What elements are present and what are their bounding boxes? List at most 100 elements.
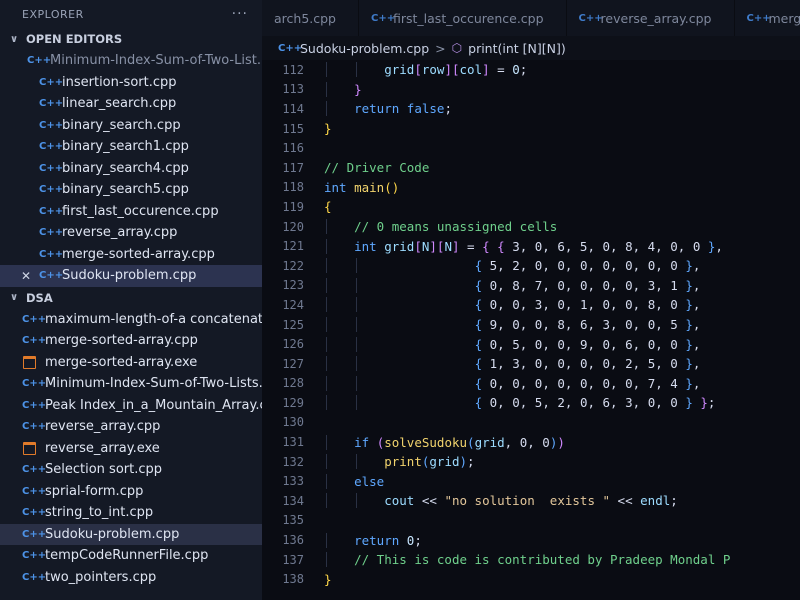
- indent-guide: [326, 258, 327, 274]
- cpp-file-icon: C++: [22, 528, 47, 540]
- code-token: {: [474, 297, 483, 313]
- code-text: { 0, 0, 0, 0, 0, 0, 0, 7, 4 },: [324, 375, 700, 391]
- file-name: linear_search.cpp: [62, 96, 177, 112]
- code-token: }: [685, 317, 693, 333]
- cpp-file-icon: C++: [22, 421, 47, 433]
- file-item[interactable]: C++ insertion-sort.cpp: [0, 72, 262, 94]
- file-item[interactable]: C++ binary_search4.cpp: [0, 158, 262, 180]
- code-token: }: [324, 121, 332, 137]
- code-token: int: [324, 179, 347, 195]
- breadcrumb-separator: >: [435, 40, 446, 56]
- code-token: endl: [640, 493, 671, 509]
- code-editor[interactable]: 112 grid[row][col] = 0; 113} 114 return fals…: [262, 60, 800, 600]
- file-item[interactable]: C++ first_last_occurence.cpp: [0, 201, 262, 223]
- code-token: ,: [692, 317, 701, 333]
- file-name: sprial-form.cpp: [45, 483, 144, 499]
- open-editors-label: OPEN EDITORS: [26, 32, 123, 46]
- file-item[interactable]: C++ reverse_array.cpp: [0, 416, 262, 438]
- file-item[interactable]: C++ tempCodeRunnerFile.cpp: [0, 545, 262, 567]
- code-text: }: [324, 81, 362, 97]
- file-item[interactable]: C++ string_to_int.cpp: [0, 502, 262, 524]
- line-number: 136: [282, 533, 304, 548]
- code-token: false: [406, 101, 445, 117]
- explorer-header: EXPLORER ···: [0, 0, 262, 28]
- code-token: row: [421, 62, 445, 78]
- code-line: 133 else: [262, 471, 800, 491]
- file-item[interactable]: reverse_array.exe: [0, 438, 262, 460]
- close-icon[interactable]: ✕: [20, 269, 32, 283]
- indent-guide: [326, 238, 327, 254]
- file-item[interactable]: C++ sprial-form.cpp: [0, 481, 262, 503]
- file-item[interactable]: C++ linear_search.cpp: [0, 93, 262, 115]
- code-token: }: [685, 375, 693, 391]
- dsa-folder-section[interactable]: ∨ DSA: [0, 287, 262, 309]
- cpp-file-icon: C++: [39, 162, 64, 174]
- file-name: merge-sorted-array.cpp: [45, 333, 198, 349]
- code-token: 3, 0, 6, 5, 0, 8, 4, 0, 0: [504, 238, 708, 254]
- file-item[interactable]: C++ binary_search.cpp: [0, 115, 262, 137]
- code-line: 120 // 0 means unassigned cells: [262, 217, 800, 237]
- code-line: 128 { 0, 0, 0, 0, 0, 0, 0, 7, 4 },: [262, 374, 800, 394]
- code-line: 116: [262, 138, 800, 158]
- chevron-down-icon: ∨: [9, 292, 19, 303]
- line-number: 121: [282, 239, 304, 254]
- code-text: if (solveSudoku(grid, 0, 0)): [324, 434, 565, 450]
- file-item[interactable]: C++ Peak Index_in_a_Mountain_Array.cpp: [0, 395, 262, 417]
- code-token: // This is code is contributed by Pradee…: [354, 552, 731, 568]
- code-token: "no solution exists ": [444, 493, 611, 509]
- file-item[interactable]: C++ reverse_array.cpp: [0, 222, 262, 244]
- file-item[interactable]: C++ merge-sorted-array.cpp: [0, 330, 262, 352]
- indent-guide: [356, 62, 358, 78]
- file-item[interactable]: C++ Selection sort.cpp: [0, 459, 262, 481]
- code-token: ;: [707, 395, 716, 411]
- code-token: }: [685, 297, 693, 313]
- indent-guide: [356, 375, 358, 391]
- file-item[interactable]: C++ two_pointers.cpp: [0, 567, 262, 589]
- line-number: 119: [282, 199, 304, 214]
- file-item[interactable]: C++ Minimum-Index-Sum-of-Two-List...: [0, 50, 262, 72]
- file-name: insertion-sort.cpp: [62, 74, 177, 90]
- editor-tab[interactable]: C++ reverse_array.cpp: [567, 0, 735, 36]
- file-item[interactable]: C++ binary_search5.cpp: [0, 179, 262, 201]
- code-line: 136 return 0;: [262, 530, 800, 550]
- file-item[interactable]: C++ Minimum-Index-Sum-of-Two-Lists...: [0, 373, 262, 395]
- editor-tab[interactable]: C++ first_last_occurence.cpp: [359, 0, 567, 36]
- line-number: 135: [282, 513, 304, 528]
- indent-guide: [326, 81, 327, 97]
- code-token: 9, 0, 0, 8, 6, 3, 0, 0, 5: [482, 317, 686, 333]
- line-number: 132: [282, 454, 304, 469]
- cpp-file-icon: C++: [22, 378, 47, 390]
- cpp-file-icon: C++: [22, 399, 47, 411]
- file-name: merge-sorted-array.cpp: [62, 246, 215, 262]
- exe-file-icon: [23, 441, 36, 455]
- code-token: ,: [715, 238, 723, 254]
- code-token: if: [354, 434, 370, 450]
- code-line: 123 { 0, 8, 7, 0, 0, 0, 0, 3, 1 },: [262, 276, 800, 296]
- symbol-method-icon: ⬡: [451, 41, 463, 55]
- line-number: 128: [282, 376, 304, 391]
- code-token: ]: [482, 62, 490, 78]
- code-token: grid: [429, 454, 460, 470]
- editor-tab[interactable]: C++merge-sorte: [735, 0, 800, 36]
- cpp-file-icon: C++: [22, 313, 47, 325]
- open-editors-section[interactable]: ∨ OPEN EDITORS: [0, 28, 262, 50]
- more-actions-icon[interactable]: ···: [232, 6, 248, 22]
- breadcrumb-symbol[interactable]: print(int [N][N]): [468, 41, 566, 56]
- explorer-title: EXPLORER: [22, 7, 84, 21]
- cpp-file-icon: C++: [22, 464, 47, 476]
- breadcrumb-file[interactable]: Sudoku-problem.cpp: [300, 41, 429, 56]
- file-item[interactable]: ✕ C++ Sudoku-problem.cpp: [0, 265, 262, 287]
- file-item[interactable]: C++ maximum-length-of-a concatenate...: [0, 309, 262, 331]
- code-token: ;: [444, 101, 452, 117]
- indent-guide: [356, 317, 358, 333]
- file-item[interactable]: C++ binary_search1.cpp: [0, 136, 262, 158]
- code-text: return false;: [324, 101, 452, 117]
- line-number: 131: [282, 435, 304, 450]
- editor-tab[interactable]: arch5.cpp: [262, 0, 359, 36]
- line-number: 134: [282, 493, 304, 508]
- file-item[interactable]: merge-sorted-array.exe: [0, 352, 262, 374]
- file-item[interactable]: C++ Sudoku-problem.cpp: [0, 523, 262, 545]
- file-item[interactable]: C++ merge-sorted-array.cpp: [0, 244, 262, 266]
- cpp-file-icon: C++: [22, 335, 47, 347]
